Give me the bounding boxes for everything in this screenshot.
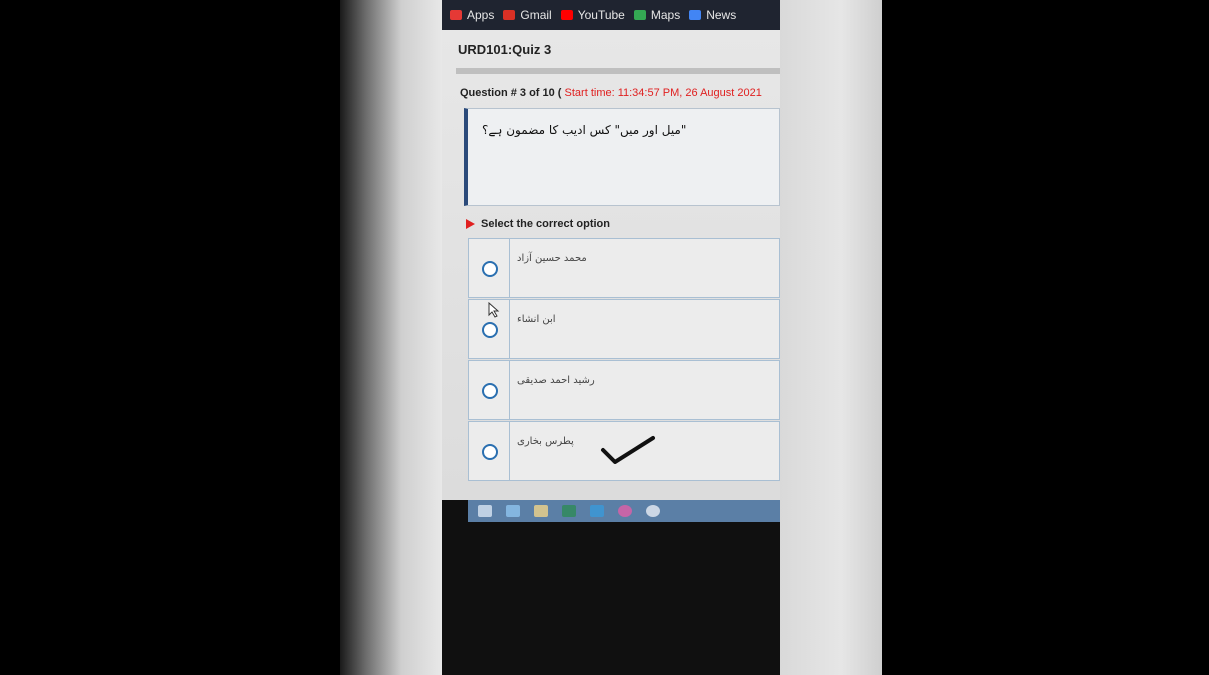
bookmark-label: Gmail: [520, 8, 552, 22]
bookmark-news[interactable]: News: [689, 8, 736, 22]
news-icon: [689, 10, 702, 20]
video-app-icon[interactable]: [590, 505, 604, 517]
bookmark-youtube[interactable]: YouTube: [560, 8, 625, 22]
gmail-icon: [503, 10, 516, 20]
video-frame: Apps Gmail YouTube Maps News URD101:Quiz…: [5, 0, 1204, 675]
screen-glare-right: [780, 0, 882, 675]
option-row[interactable]: پطرس بخاری: [468, 421, 780, 481]
excel-icon[interactable]: [562, 505, 576, 517]
radio-cell: [469, 239, 510, 297]
bookmark-label: Maps: [650, 8, 681, 22]
chrome-icon[interactable]: [646, 505, 660, 517]
bookmark-apps[interactable]: Apps: [450, 8, 494, 22]
option-text: پطرس بخاری: [517, 436, 574, 447]
question-box: "میل اور میں" کس ادیب کا مضمون ہے؟: [464, 108, 780, 206]
apps-grid-icon: [450, 10, 462, 20]
folder-icon[interactable]: [534, 505, 548, 517]
media-player-icon[interactable]: [618, 505, 632, 517]
radio-cell: [469, 422, 510, 480]
bookmark-label: YouTube: [577, 8, 625, 22]
radio-cell: [469, 361, 510, 419]
bookmark-maps[interactable]: Maps: [633, 8, 681, 22]
question-header: Question # 3 of 10 ( Start time: 11:34:5…: [460, 87, 762, 99]
option-radio[interactable]: [482, 383, 498, 399]
youtube-icon: [560, 10, 573, 20]
bookmark-label: News: [706, 8, 737, 22]
option-radio[interactable]: [482, 444, 498, 460]
option-radio[interactable]: [482, 261, 498, 277]
title-divider: [456, 68, 780, 74]
question-text: "میل اور میں" کس ادیب کا مضمون ہے؟: [482, 123, 687, 137]
checkmark-annotation-icon: [601, 436, 655, 464]
option-text: ابن انشاء: [517, 314, 556, 325]
bookmark-label: Apps: [467, 8, 495, 22]
bookmark-gmail[interactable]: Gmail: [503, 8, 552, 22]
option-text: رشید احمد صدیقی: [517, 375, 595, 386]
mouse-cursor-icon: [488, 302, 500, 318]
quiz-page: URD101:Quiz 3 Question # 3 of 10 ( Start…: [442, 30, 780, 500]
question-counter: Question # 3 of 10 (: [460, 87, 562, 99]
select-option-prompt: Select the correct option: [466, 218, 610, 230]
arrow-right-icon: [466, 219, 475, 229]
option-text: محمد حسین آزاد: [517, 253, 587, 264]
bookmarks-bar: Apps Gmail YouTube Maps News: [442, 0, 780, 30]
option-radio[interactable]: [482, 322, 498, 338]
start-time: Start time: 11:34:57 PM, 26 August 2021: [564, 87, 762, 99]
quiz-title: URD101:Quiz 3: [458, 42, 552, 57]
screen-glare-left: [340, 0, 442, 675]
option-row[interactable]: محمد حسین آزاد: [468, 238, 780, 298]
ie-browser-icon[interactable]: [506, 505, 520, 517]
select-option-label: Select the correct option: [481, 218, 610, 230]
option-row[interactable]: ابن انشاء: [468, 299, 780, 359]
maps-icon: [633, 10, 646, 20]
option-row[interactable]: رشید احمد صدیقی: [468, 360, 780, 420]
options-list: محمد حسین آزاد ابن انشاء رشید احمد صدیقی: [468, 238, 780, 482]
start-button-icon[interactable]: [478, 505, 492, 517]
monitor-screen: Apps Gmail YouTube Maps News URD101:Quiz…: [442, 0, 780, 675]
windows-taskbar: [468, 500, 780, 522]
